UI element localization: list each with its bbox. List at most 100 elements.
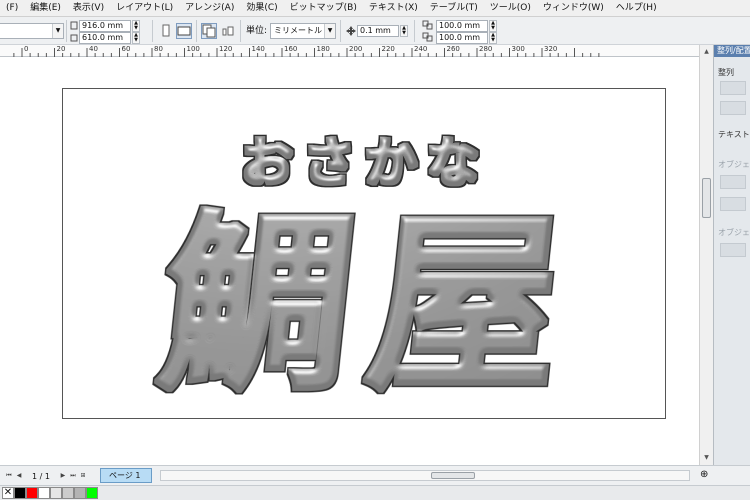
first-page-icon[interactable]: ⏮ xyxy=(4,470,14,482)
nudge-field[interactable]: 0.1 mm xyxy=(357,25,399,37)
ruler-label: 60 xyxy=(121,45,131,53)
menu-tools[interactable]: ツール(O) xyxy=(484,0,537,16)
duplicate-x-spinner[interactable]: ▲ ▼ xyxy=(489,20,497,32)
page-counter: 1 / 1 xyxy=(32,471,50,481)
ruler-label: 120 xyxy=(219,45,233,53)
menu-effects[interactable]: 効果(C) xyxy=(240,0,283,16)
ruler-label: 180 xyxy=(316,45,330,53)
portrait-icon xyxy=(162,24,170,37)
ruler-label: 100 xyxy=(186,45,200,53)
horizontal-ruler[interactable]: 0 20 40 60 80 100 120 140 160 180 200 220 240 260 280 3… xyxy=(0,45,700,57)
artwork[interactable]: おさかな 鯛屋 xyxy=(63,89,667,420)
align-buttons[interactable] xyxy=(720,81,746,95)
ruler-label: 160 xyxy=(284,45,298,53)
drawing-canvas[interactable]: おさかな 鯛屋 xyxy=(0,58,699,460)
ruler-label: 320 xyxy=(544,45,558,53)
object-options-2[interactable] xyxy=(720,197,746,211)
docker-align-label: 整列 xyxy=(718,68,734,77)
duplicate-y-icon xyxy=(422,32,433,42)
object-options[interactable] xyxy=(720,175,746,189)
align-buttons-2[interactable] xyxy=(720,101,746,115)
ruler-label: 220 xyxy=(381,45,395,53)
swatch-black[interactable] xyxy=(14,487,26,499)
docker-object-label-2: オブジェク xyxy=(718,228,750,237)
units-label: 単位: xyxy=(246,26,268,36)
swatch-green[interactable] xyxy=(86,487,98,499)
current-page-button[interactable] xyxy=(220,23,236,39)
add-page-icon[interactable]: ⊞ xyxy=(78,470,88,482)
docker-text-label: テキスト xyxy=(718,130,750,139)
swatch-white[interactable] xyxy=(38,487,50,499)
horizontal-scrollbar[interactable] xyxy=(160,470,690,481)
menu-edit[interactable]: 編集(E) xyxy=(24,0,67,16)
page-width-spinner[interactable]: ▲ ▼ xyxy=(132,20,140,32)
menu-bitmaps[interactable]: ビットマップ(B) xyxy=(284,0,363,16)
main-art-text[interactable]: 鯛屋 xyxy=(151,194,590,415)
horizontal-scroll-thumb[interactable] xyxy=(431,472,475,479)
page-tab[interactable]: ページ 1 xyxy=(100,468,152,483)
docker-object-label: オブジェクト xyxy=(718,160,750,169)
duplicate-y-field[interactable]: 100.0 mm xyxy=(436,32,488,44)
ruler-label: 140 xyxy=(251,45,265,53)
divider xyxy=(66,20,67,42)
scroll-up-icon[interactable]: ▲ xyxy=(702,47,711,56)
no-color-swatch[interactable]: ✕ xyxy=(2,487,14,499)
divider xyxy=(196,20,197,42)
swatch-red[interactable] xyxy=(26,487,38,499)
units-value: ミリメートル xyxy=(274,26,322,35)
prev-page-icon[interactable]: ◀ xyxy=(14,470,24,482)
ruler-label: 40 xyxy=(89,45,98,53)
ruler-label: 280 xyxy=(479,45,493,53)
page-width-icon xyxy=(70,21,78,30)
menu-text[interactable]: テキスト(X) xyxy=(363,0,424,16)
align-docker: 整列/配置 整列 テキスト オブジェクト オブジェク xyxy=(713,45,750,465)
menu-help[interactable]: ヘルプ(H) xyxy=(610,0,663,16)
divider xyxy=(152,20,153,42)
page-width-field[interactable]: 916.0 mm xyxy=(79,20,131,32)
all-pages-button[interactable] xyxy=(201,23,217,39)
menu-bar: (F) 編集(E) 表示(V) レイアウト(L) アレンジ(A) 効果(C) ビ… xyxy=(0,0,750,17)
menu-table[interactable]: テーブル(T) xyxy=(424,0,484,16)
document-navigator: ⏮ ◀ 1 / 1 ▶ ⏭ ⊞ ページ 1 ⊕ xyxy=(0,465,750,485)
duplicate-y-spinner[interactable]: ▲ ▼ xyxy=(489,32,497,44)
divider xyxy=(414,20,415,42)
vertical-scrollbar[interactable]: ▲ ▼ xyxy=(699,45,713,465)
zoom-icon[interactable]: ⊕ xyxy=(700,469,712,481)
next-page-icon[interactable]: ▶ xyxy=(58,470,68,482)
ruler-label: 80 xyxy=(154,45,163,53)
ruler-label: 300 xyxy=(511,45,525,53)
ruler-label: 200 xyxy=(349,45,363,53)
pages-icon xyxy=(202,24,216,38)
units-combo[interactable]: ミリメートル ▼ xyxy=(270,23,336,39)
nudge-spinner[interactable]: ▲ ▼ xyxy=(400,25,408,37)
color-palette: ✕ xyxy=(0,485,750,500)
heading-art-text[interactable]: おさかな xyxy=(241,134,489,194)
page-height-spinner[interactable]: ▲ ▼ xyxy=(132,32,140,44)
page-height-icon xyxy=(70,34,78,42)
menu-view[interactable]: 表示(V) xyxy=(67,0,110,16)
landscape-button[interactable] xyxy=(176,23,192,39)
menu-window[interactable]: ウィンドウ(W) xyxy=(537,0,610,16)
docker-title[interactable]: 整列/配置 xyxy=(714,45,750,57)
last-page-icon[interactable]: ⏭ xyxy=(68,470,78,482)
vertical-scroll-thumb[interactable] xyxy=(702,178,711,218)
object-options-3[interactable] xyxy=(720,243,746,257)
page-height-field[interactable]: 610.0 mm xyxy=(79,32,131,44)
ruler-label: 260 xyxy=(446,45,460,53)
duplicate-x-field[interactable]: 100.0 mm xyxy=(436,20,488,32)
divider xyxy=(240,20,241,42)
swatch-gray-30[interactable] xyxy=(74,487,86,499)
property-bar: ▼ 916.0 mm ▲ ▼ 610.0 mm ▲ ▼ 単位: ミリメートル ▼ 0… xyxy=(0,17,750,45)
menu-file[interactable]: (F) xyxy=(0,0,24,16)
portrait-button[interactable] xyxy=(158,23,174,39)
ruler-label: 0 xyxy=(24,45,29,53)
swatch-gray-10[interactable] xyxy=(50,487,62,499)
menu-layout[interactable]: レイアウト(L) xyxy=(110,0,179,16)
swatch-gray-20[interactable] xyxy=(62,487,74,499)
menu-arrange[interactable]: アレンジ(A) xyxy=(179,0,240,16)
scroll-down-icon[interactable]: ▼ xyxy=(702,453,711,462)
paper-size-combo[interactable]: ▼ xyxy=(0,23,64,39)
current-page-icon xyxy=(222,26,234,36)
drawing-page[interactable]: おさかな 鯛屋 xyxy=(62,88,666,419)
nudge-icon xyxy=(346,26,356,36)
